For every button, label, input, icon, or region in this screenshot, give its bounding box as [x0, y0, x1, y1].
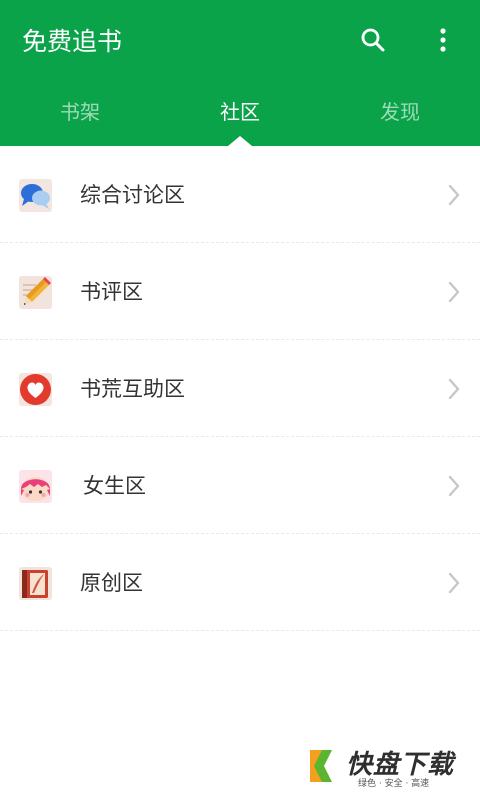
tab-bar: 书架 社区 发现 — [0, 88, 480, 136]
pencil-paper-icon — [19, 276, 52, 309]
heart-icon — [19, 373, 52, 406]
list-item-general-discussion[interactable]: 综合讨论区 — [0, 146, 480, 243]
search-button[interactable] — [353, 20, 393, 60]
list-item-label: 书评区 — [80, 280, 143, 304]
list-item-girls[interactable]: 女生区 — [0, 437, 480, 534]
girl-face-icon — [19, 470, 52, 503]
list-item-label: 综合讨论区 — [80, 183, 185, 207]
watermark: 快盘下载 绿色 · 安全 · 高速 — [306, 744, 476, 792]
list-item-original[interactable]: 原创区 — [0, 534, 480, 631]
chat-bubbles-icon — [19, 179, 52, 212]
list-item-book-review[interactable]: 书评区 — [0, 243, 480, 340]
brand-logo-icon — [310, 750, 332, 782]
tab-bookshelf[interactable]: 书架 — [0, 88, 160, 136]
chevron-right-icon — [448, 378, 460, 400]
more-vert-icon — [440, 28, 446, 52]
app-bar: 免费追书 书架 社区 发现 — [0, 0, 480, 146]
search-icon — [361, 28, 385, 52]
watermark-tagline: 绿色 · 安全 · 高速 — [358, 779, 430, 789]
more-options-button[interactable] — [423, 20, 463, 60]
chevron-right-icon — [448, 281, 460, 303]
chevron-right-icon — [448, 475, 460, 497]
list-item-label: 女生区 — [83, 474, 146, 498]
list-item-label: 原创区 — [80, 571, 143, 595]
active-tab-indicator — [228, 136, 252, 146]
community-list: 综合讨论区 书评区 书荒互助区 女生区 原创区 — [0, 146, 480, 631]
tab-discover[interactable]: 发现 — [320, 88, 480, 136]
chevron-right-icon — [448, 572, 460, 594]
notebook-quill-icon — [19, 567, 52, 600]
chevron-right-icon — [448, 184, 460, 206]
divider — [0, 630, 480, 631]
list-item-label: 书荒互助区 — [80, 377, 185, 401]
app-title: 免费追书 — [22, 27, 123, 56]
list-item-book-help[interactable]: 书荒互助区 — [0, 340, 480, 437]
tab-community[interactable]: 社区 — [160, 88, 320, 136]
